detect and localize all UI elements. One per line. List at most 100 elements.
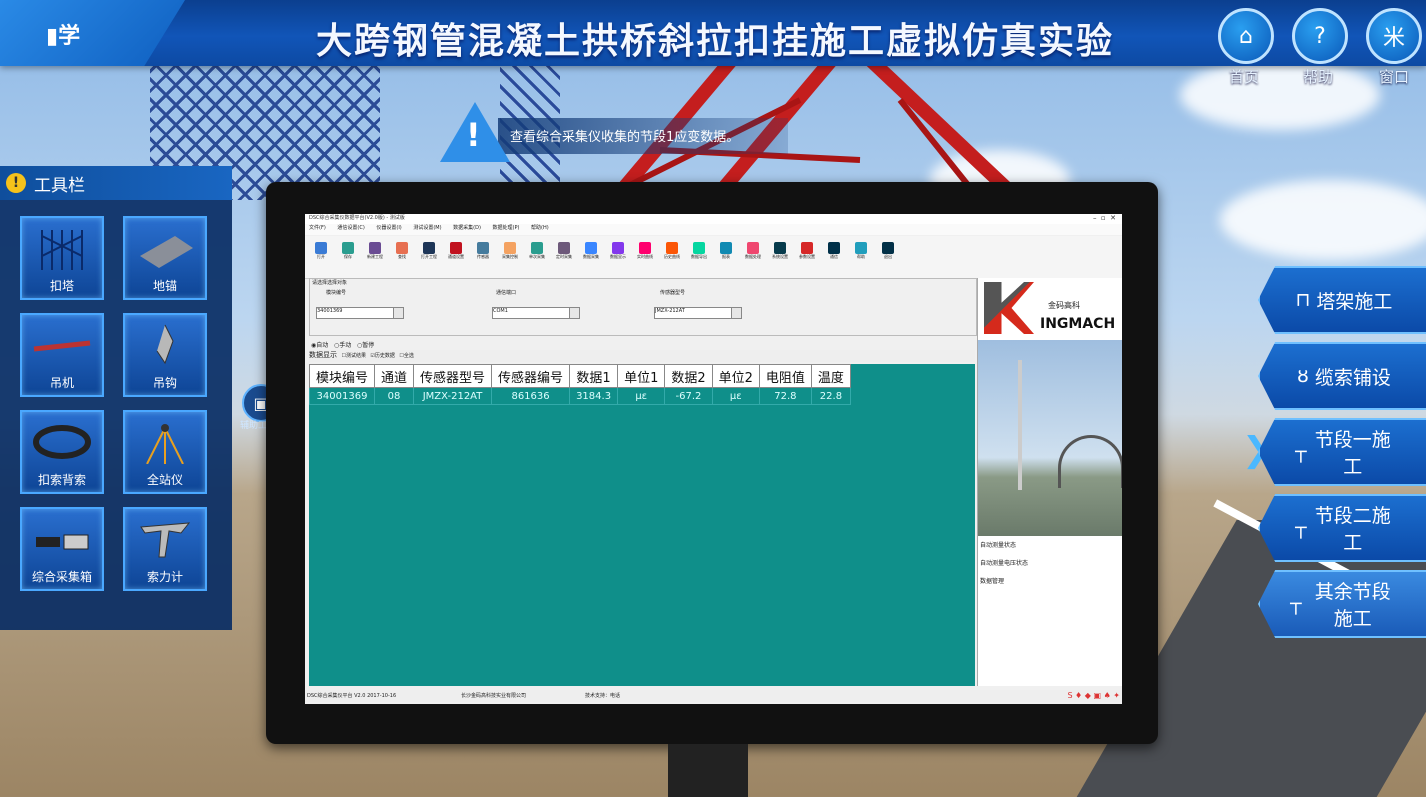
tool-anchor[interactable]: 地锚 xyxy=(123,216,207,300)
tool-glyph-icon xyxy=(855,242,867,254)
field-port-label: 通信端口 xyxy=(496,290,517,296)
toolbar-icon-button[interactable]: 单次采集 xyxy=(527,240,547,274)
toolbar-icon-button[interactable]: 系统设置 xyxy=(770,240,790,274)
port-select[interactable]: COM1 xyxy=(492,307,580,319)
toolbar-title: 工具栏 xyxy=(34,175,85,196)
menu-instrument[interactable]: 仪器设置(I) xyxy=(376,225,401,231)
toolbar-icon-button[interactable]: 通道设置 xyxy=(446,240,466,274)
column-header[interactable]: 传感器编号 xyxy=(491,364,571,388)
help-button[interactable]: ? xyxy=(1292,8,1348,64)
tool-cable[interactable]: 扣索背索 xyxy=(20,410,104,494)
toolbar-icon-button[interactable]: 退出 xyxy=(878,240,898,274)
column-header[interactable]: 单位1 xyxy=(617,364,666,388)
tool-crane[interactable]: 吊机 xyxy=(20,313,104,397)
tool-hook[interactable]: 吊钩 xyxy=(123,313,207,397)
toolbar-icon-label: 数据采集 xyxy=(583,254,599,259)
tool-glyph-icon xyxy=(423,242,435,254)
menu-segment-two[interactable]: ┬ 节段二施工 xyxy=(1258,494,1426,562)
hook-tool-icon xyxy=(156,324,174,365)
data-management[interactable]: 数据管理 xyxy=(980,576,1004,585)
toolbar-icon-button[interactable]: 定时采集 xyxy=(554,240,574,274)
tool-glyph-icon xyxy=(450,242,462,254)
info-icon: ! xyxy=(6,173,26,193)
field-module-label: 模块编号 xyxy=(326,290,347,296)
menu-test[interactable]: 测试设置(M) xyxy=(413,225,441,231)
menu-segment-one[interactable]: ┬ 节段一施工 xyxy=(1258,418,1426,486)
status-bar: DSC综合采集仪平台 V2.0 2017-10-16 长沙金码高科技实业有限公司… xyxy=(305,690,1122,702)
toolbar-icon-button[interactable]: 采集控制 xyxy=(500,240,520,274)
toolbar-icon-label: 打开工程 xyxy=(421,254,437,259)
menu-tower-construction[interactable]: ⊓ 塔架施工 xyxy=(1258,266,1426,334)
toolbar-icon-button[interactable]: 传感器 xyxy=(473,240,493,274)
toolbar-icon-label: 数据处理 xyxy=(745,254,761,259)
toolbar-icon-button[interactable]: 打开 xyxy=(311,240,331,274)
opt-result[interactable]: ☐测试结果 xyxy=(341,353,366,359)
column-header[interactable]: 温度 xyxy=(810,364,851,388)
column-header[interactable]: 模块编号 xyxy=(308,364,376,388)
toolbar-icon-button[interactable]: 历史曲线 xyxy=(662,240,682,274)
window-button[interactable]: 米 xyxy=(1366,8,1422,64)
toolbar-icon-button[interactable]: 报表 xyxy=(716,240,736,274)
cable-icon: ȣ xyxy=(1297,365,1315,387)
column-header[interactable]: 单位2 xyxy=(711,364,760,388)
toolbar-icon-button[interactable]: 帮助 xyxy=(851,240,871,274)
tower-tool-icon xyxy=(41,230,83,270)
tool-collector[interactable]: 综合采集箱 xyxy=(20,507,104,591)
status-version: DSC综合采集仪平台 V2.0 2017-10-16 xyxy=(307,693,397,699)
cable-coil-icon xyxy=(33,425,91,459)
tool-total-station[interactable]: 全站仪 xyxy=(123,410,207,494)
toolbar-icon-button[interactable]: 新建工程 xyxy=(365,240,385,274)
tool-glyph-icon xyxy=(639,242,651,254)
tool-tower[interactable]: 扣塔 xyxy=(20,216,104,300)
module-select[interactable]: 34001369 xyxy=(316,307,404,319)
toolbar-icon-button[interactable]: 数据显示 xyxy=(608,240,628,274)
toolbar-icon-button[interactable]: 通信 xyxy=(824,240,844,274)
column-header[interactable]: 数据2 xyxy=(664,364,713,388)
tool-label: 扣塔 xyxy=(49,279,74,293)
toolbar-icon-button[interactable]: 打开工程 xyxy=(419,240,439,274)
table-header-row: 模块编号 通道 传感器型号 传感器编号 数据1 单位1 数据2 单位2 电阻值 温度 xyxy=(308,364,851,388)
column-header[interactable]: 通道 xyxy=(374,364,415,388)
radio-pause[interactable]: ○暂停 xyxy=(357,342,374,349)
radio-auto[interactable]: ◉自动 xyxy=(311,342,328,349)
menu-help[interactable]: 帮助(H) xyxy=(531,225,549,231)
menu-comm[interactable]: 通信设置(C) xyxy=(337,225,364,231)
tool-glyph-icon xyxy=(477,242,489,254)
toolbar-icon-button[interactable]: 数据处理 xyxy=(743,240,763,274)
toolbar-icon-button[interactable]: 实时曲线 xyxy=(635,240,655,274)
window-title: DSC综合采集仪数据平台(V2.0版) - 测试版 xyxy=(305,214,1122,224)
table-row[interactable]: 34001369 08 JMZX-212AT 861636 3184.3 με -67.2 μ… xyxy=(308,387,851,405)
table-cell: 22.8 xyxy=(810,387,851,405)
toolbar-icon-button[interactable]: 查找 xyxy=(392,240,412,274)
menu-cable-laying[interactable]: ȣ 缆索铺设 xyxy=(1258,342,1426,410)
window-controls[interactable]: – ▫ ✕ xyxy=(1093,214,1116,222)
radio-manual[interactable]: ○手动 xyxy=(334,342,351,349)
toolbar-icon-button[interactable]: 保存 xyxy=(338,240,358,274)
brand-en: INGMACH xyxy=(1040,316,1116,332)
tool-label: 吊钩 xyxy=(152,376,177,390)
menu-other-segments[interactable]: ┬ 其余节段施工 xyxy=(1258,570,1426,638)
column-header[interactable]: 数据1 xyxy=(569,364,619,388)
home-button[interactable]: ⌂ xyxy=(1218,8,1274,64)
opt-all[interactable]: ☐全选 xyxy=(399,353,414,359)
table-cell: με xyxy=(711,387,760,405)
toolbar-icon-button[interactable]: 参数设置 xyxy=(797,240,817,274)
column-header[interactable]: 电阻值 xyxy=(758,364,812,388)
column-header[interactable]: 传感器型号 xyxy=(413,364,493,388)
menu-file[interactable]: 文件(F) xyxy=(309,225,326,231)
tool-glyph-icon xyxy=(612,242,624,254)
toolbar-icon-button[interactable]: 数据导出 xyxy=(689,240,709,274)
menu-collect[interactable]: 数据采集(D) xyxy=(453,225,481,231)
sensor-select[interactable]: JMZX-212AT xyxy=(654,307,742,319)
tool-glyph-icon xyxy=(315,242,327,254)
status-company: 长沙金码高科技实业有限公司 xyxy=(461,693,527,699)
app-window: DSC综合采集仪数据平台(V2.0版) - 测试版 – ▫ ✕ 文件(F) 通信… xyxy=(305,214,1122,704)
table-cell: 72.8 xyxy=(758,387,812,405)
toolbar-icon-label: 单次采集 xyxy=(529,254,545,259)
menu-process[interactable]: 数据处理(P) xyxy=(493,225,520,231)
opt-history[interactable]: ☑历史数据 xyxy=(370,353,395,359)
collector-icon xyxy=(36,534,89,550)
toolbar-icon-button[interactable]: 数据采集 xyxy=(581,240,601,274)
tool-glyph-icon xyxy=(531,242,543,254)
tool-tension-meter[interactable]: 索力计 xyxy=(123,507,207,591)
